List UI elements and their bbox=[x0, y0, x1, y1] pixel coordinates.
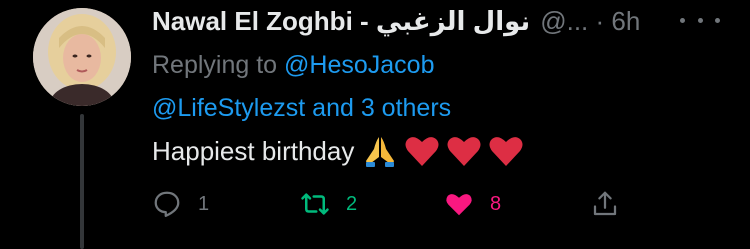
action-bar: 1 2 8 bbox=[152, 186, 632, 222]
display-name[interactable]: Nawal El Zoghbi - نوال الزغبي bbox=[152, 6, 530, 37]
heart-icon bbox=[446, 194, 472, 216]
reply-button[interactable]: 1 bbox=[152, 186, 209, 222]
more-dot bbox=[715, 17, 720, 23]
more-icon[interactable] bbox=[680, 10, 720, 30]
red-heart-icon bbox=[447, 137, 481, 166]
reply-count: 1 bbox=[198, 192, 210, 215]
replying-prefix: Replying to bbox=[152, 51, 278, 79]
others-link[interactable]: and 3 others bbox=[312, 94, 451, 122]
like-count: 8 bbox=[490, 192, 502, 215]
red-heart-icon bbox=[489, 137, 523, 166]
thread-line bbox=[80, 114, 84, 249]
red-heart-icon bbox=[405, 137, 439, 166]
reply-icon bbox=[154, 191, 180, 217]
tweet-body: Happiest birthday bbox=[152, 133, 524, 169]
retweet-button[interactable]: 2 bbox=[300, 186, 357, 222]
handle-and-time[interactable]: @... · 6h bbox=[540, 6, 640, 37]
tweet-text: Happiest birthday bbox=[152, 135, 355, 166]
folded-hands-icon bbox=[366, 137, 395, 167]
mention-link[interactable]: @HesoJacob bbox=[284, 51, 434, 79]
share-icon bbox=[593, 191, 617, 216]
like-button[interactable]: 8 bbox=[444, 186, 501, 222]
more-dot bbox=[697, 17, 703, 23]
replying-to: Replying to @HesoJacob @LifeStylezst and… bbox=[152, 44, 512, 130]
retweet-icon bbox=[301, 193, 329, 215]
more-dot bbox=[680, 17, 685, 23]
tweet-header: Nawal El Zoghbi - نوال الزغبي @... · 6h bbox=[152, 4, 670, 38]
mention-link[interactable]: @LifeStylezst bbox=[152, 94, 305, 122]
tweet[interactable]: Nawal El Zoghbi - نوال الزغبي @... · 6h … bbox=[0, 0, 750, 249]
share-button[interactable] bbox=[590, 186, 620, 222]
retweet-count: 2 bbox=[346, 192, 358, 215]
avatar[interactable] bbox=[33, 8, 131, 106]
avatar-image bbox=[33, 8, 131, 106]
emoji-group bbox=[362, 133, 524, 169]
